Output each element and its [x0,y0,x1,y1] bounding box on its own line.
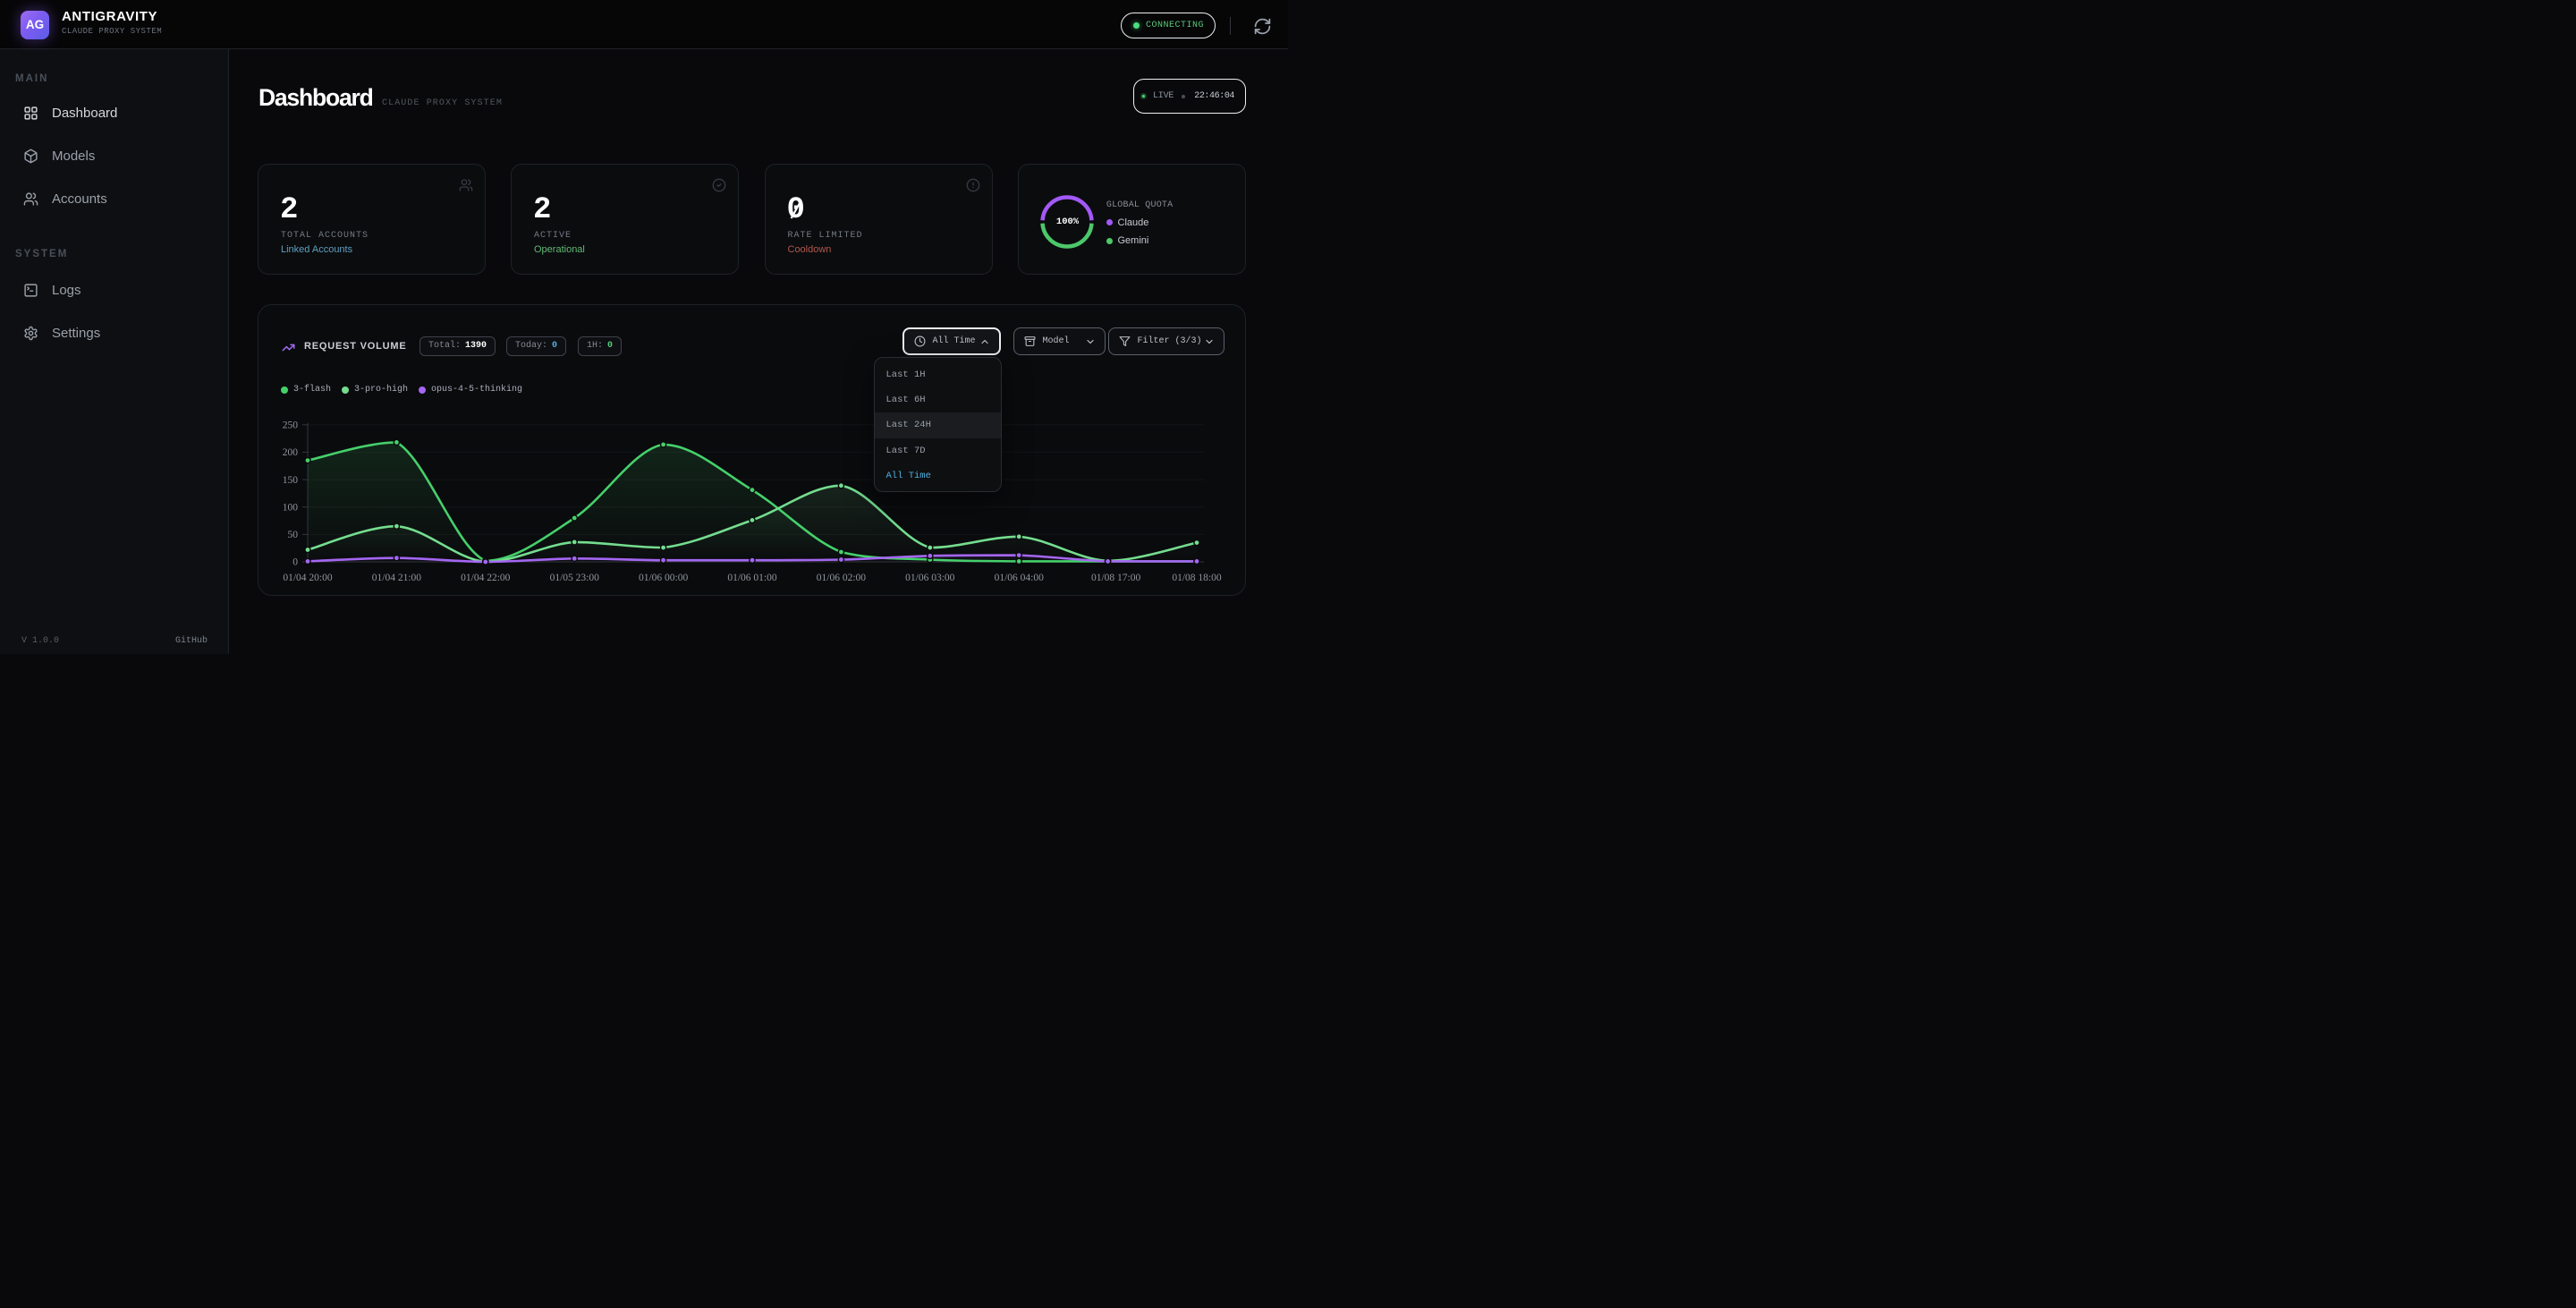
svg-text:01/06 00:00: 01/06 00:00 [639,573,689,583]
svg-text:01/05 23:00: 01/05 23:00 [550,573,600,583]
svg-text:01/04 20:00: 01/04 20:00 [283,573,333,583]
svg-text:01/04 21:00: 01/04 21:00 [372,573,422,583]
svg-text:01/06 02:00: 01/06 02:00 [817,573,867,583]
svg-text:0: 0 [292,557,298,568]
svg-text:150: 150 [283,475,299,486]
svg-text:200: 200 [283,447,299,458]
svg-text:01/06 04:00: 01/06 04:00 [995,573,1045,583]
svg-text:01/06 01:00: 01/06 01:00 [727,573,777,583]
svg-text:01/08 17:00: 01/08 17:00 [1091,573,1141,583]
svg-text:100: 100 [283,502,299,513]
svg-text:250: 250 [283,420,299,431]
svg-text:50: 50 [288,530,299,540]
svg-text:01/04 22:00: 01/04 22:00 [461,573,511,583]
svg-text:01/06 03:00: 01/06 03:00 [905,573,955,583]
svg-text:01/08 18:00: 01/08 18:00 [1172,573,1222,583]
